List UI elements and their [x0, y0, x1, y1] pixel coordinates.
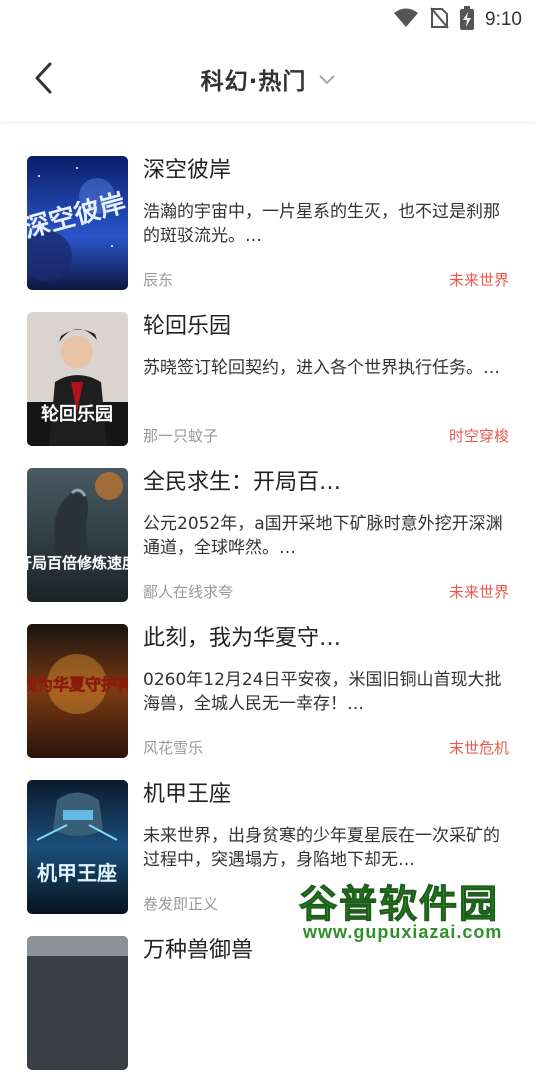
- book-cover[interactable]: 机甲王座: [27, 780, 128, 914]
- watermark-text: 谷普软件园: [298, 882, 500, 927]
- watermark-url: www.gupuxiazai.com: [303, 922, 503, 942]
- book-item[interactable]: 深空彼岸 深空彼岸 浩瀚的宇宙中，一片星系的生灭，也不过是刹那的斑驳流光。… 辰…: [0, 146, 536, 302]
- book-author: 那一只蚊子: [143, 427, 219, 445]
- cover-title: 开局百倍修炼速度: [27, 554, 128, 572]
- book-title: 轮回乐园: [143, 314, 232, 339]
- book-cover[interactable]: 开局百倍修炼速度: [27, 468, 128, 602]
- book-author: 风花雪乐: [143, 739, 204, 757]
- book-description: 浩瀚的宇宙中，一片星系的生灭，也不过是刹那的斑驳流光。…: [143, 202, 500, 246]
- book-author: 卷发即正义: [143, 895, 219, 913]
- book-description: 苏晓签订轮回契约，进入各个世界执行任务。…: [143, 358, 500, 378]
- book-author: 鄙人在线求夸: [143, 583, 234, 601]
- watermark: 谷普软件园 www.gupuxiazai.com: [293, 869, 534, 949]
- book-title: 全民求生：开局百…: [143, 470, 342, 495]
- book-description: 0260年12月24日平安夜，米国旧铜山首现大批海兽，全城人民无一幸存！…: [143, 670, 502, 714]
- book-item[interactable]: 万种兽御兽: [0, 926, 536, 1082]
- book-item[interactable]: 轮回乐园 轮回乐园 苏晓签订轮回契约，进入各个世界执行任务。… 那一只蚊子 时空…: [0, 302, 536, 458]
- navigation-bar: 科幻·热门: [0, 38, 536, 123]
- chevron-down-icon: [319, 70, 336, 89]
- battery-charging-icon: [459, 6, 475, 34]
- wifi-icon: [393, 7, 419, 33]
- book-description: 公元2052年，a国开采地下矿脉时意外挖开深渊通道，全球哗然。…: [143, 514, 503, 558]
- book-description: 未来世界，出身贫寒的少年夏星辰在一次采矿的过程中，突遇塌方，身陷地下却无…: [143, 826, 500, 870]
- book-category-tag[interactable]: 未来世界: [449, 269, 509, 290]
- book-author: 辰东: [143, 271, 174, 289]
- book-title: 此刻，我为华夏守…: [143, 626, 342, 651]
- status-time: 9:10: [485, 9, 522, 30]
- book-category-tag[interactable]: 时空穿梭: [449, 425, 509, 446]
- status-bar: 9:10: [0, 0, 536, 38]
- book-cover[interactable]: 我为华夏守护神: [27, 624, 128, 758]
- book-item[interactable]: 我为华夏守护神 此刻，我为华夏守… 0260年12月24日平安夜，米国旧铜山首现…: [0, 614, 536, 770]
- cover-title: 我为华夏守护神: [27, 675, 128, 694]
- no-sim-icon: [429, 7, 449, 33]
- book-category-tag[interactable]: 末世危机: [449, 737, 509, 758]
- book-cover[interactable]: 深空彼岸: [27, 156, 128, 290]
- book-cover[interactable]: 轮回乐园: [27, 312, 128, 446]
- book-category-tag[interactable]: 未来世界: [449, 581, 509, 602]
- cover-title: 轮回乐园: [41, 403, 113, 425]
- book-title: 机甲王座: [143, 782, 232, 807]
- book-title: 深空彼岸: [143, 158, 232, 183]
- book-cover[interactable]: [27, 936, 128, 1070]
- page-title: 科幻·热门: [200, 69, 307, 95]
- cover-title: 机甲王座: [37, 861, 117, 885]
- book-item[interactable]: 开局百倍修炼速度 全民求生：开局百… 公元2052年，a国开采地下矿脉时意外挖开…: [0, 458, 536, 614]
- category-selector[interactable]: 科幻·热门: [0, 62, 536, 96]
